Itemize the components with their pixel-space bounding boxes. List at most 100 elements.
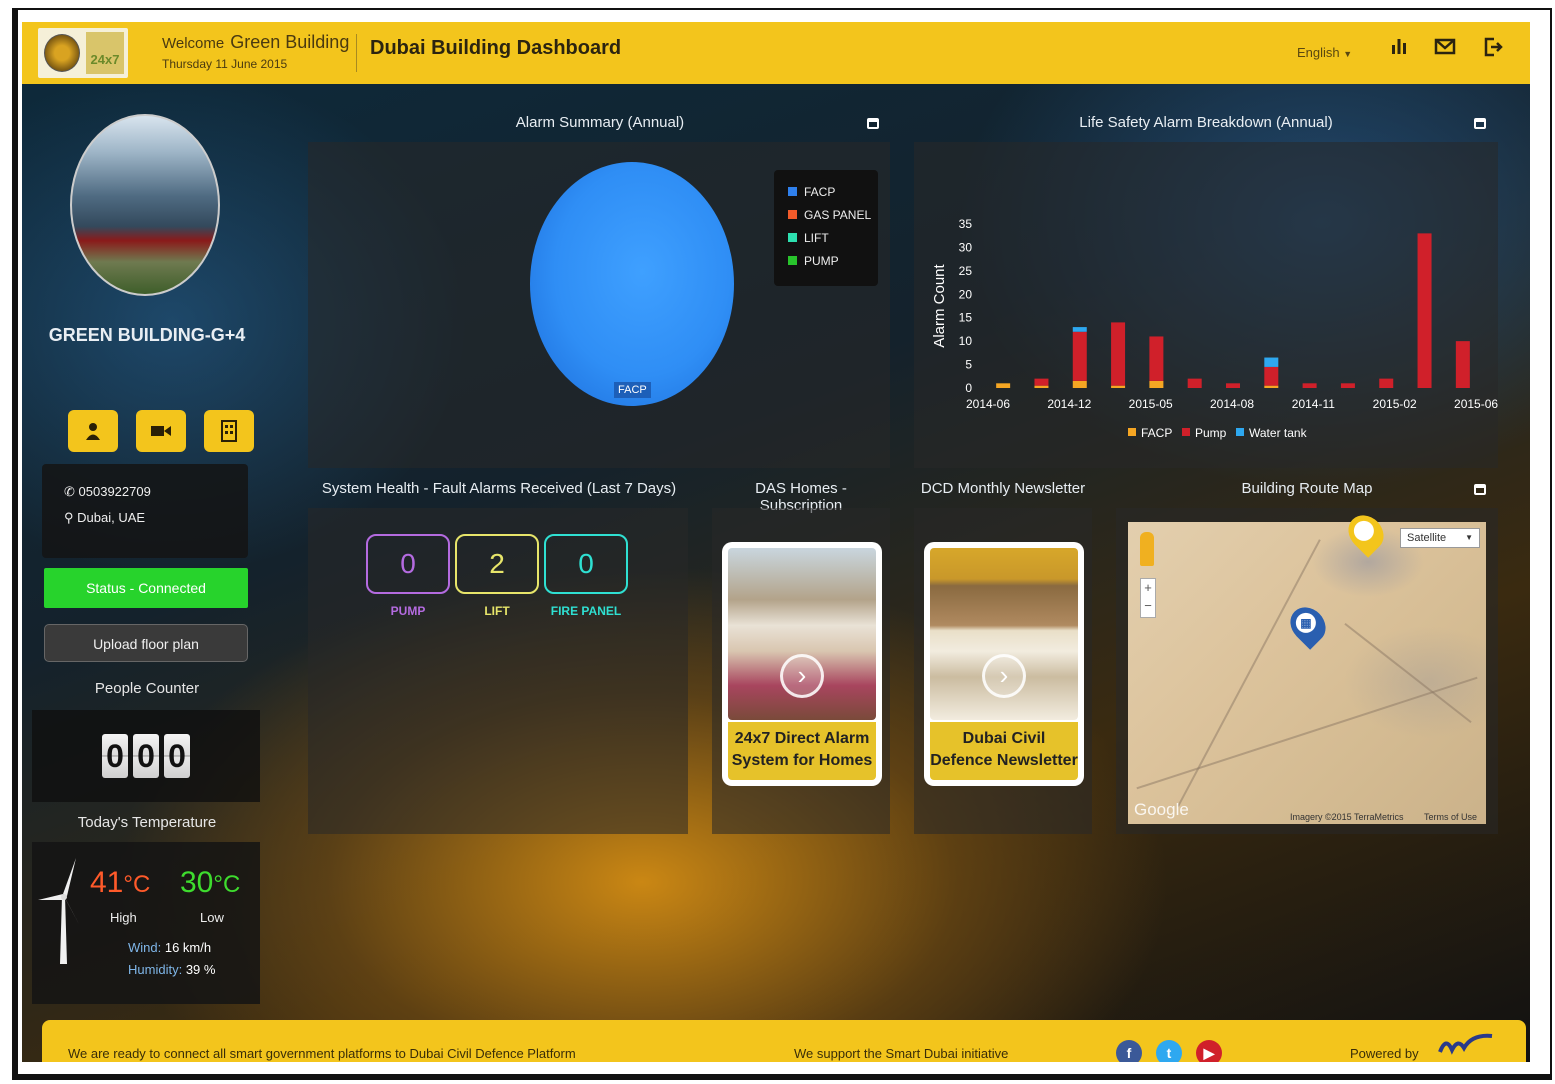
bar-segment	[996, 383, 1011, 388]
legend-label: FACP	[804, 185, 836, 199]
dcd-newsletter-card[interactable]: › Dubai Civil Defence Newsletter	[924, 542, 1084, 786]
terms-link[interactable]: Terms of Use	[1424, 812, 1477, 822]
video-camera-button[interactable]	[136, 410, 186, 452]
language-label: English	[1297, 45, 1340, 60]
legend-label: PUMP	[804, 254, 839, 268]
legend-item[interactable]: PUMP	[788, 253, 839, 269]
location-row: ⚲ Dubai, UAE	[64, 510, 145, 526]
high-label: High	[110, 910, 137, 925]
y-tick-label: 10	[959, 334, 973, 348]
top-header: 24x7 Welcome Green Building Thursday 11 J…	[22, 22, 1530, 84]
y-tick-label: 30	[959, 240, 973, 254]
zoom-control[interactable]: + −	[1140, 578, 1156, 618]
das-homes-caption: 24x7 Direct Alarm System for Homes	[728, 722, 876, 780]
building-button[interactable]	[204, 410, 254, 452]
mail-icon[interactable]	[1432, 36, 1458, 62]
building-marker-icon[interactable]: ▦	[1283, 600, 1333, 650]
x-tick-label: 2015-02	[1373, 397, 1417, 411]
temp-low-unit: °C	[213, 871, 241, 898]
legend-label: LIFT	[804, 231, 829, 245]
logout-icon[interactable]	[1480, 36, 1506, 62]
footer-middle-text: We support the Smart Dubai initiative	[794, 1046, 1009, 1061]
status-button[interactable]: Status - Connected	[44, 568, 248, 608]
user-icon	[86, 423, 100, 440]
road-line	[1344, 622, 1472, 724]
x-tick-label: 2014-06	[966, 397, 1010, 411]
bar-segment	[1264, 366, 1279, 386]
fire-panel-fault-count[interactable]: 0	[544, 534, 628, 594]
y-tick-label: 25	[959, 264, 973, 278]
bar-segment	[1226, 383, 1240, 388]
legend-item[interactable]: GAS PANEL	[788, 207, 871, 223]
chevron-right-icon[interactable]: ›	[780, 654, 824, 698]
counter-digit: 0	[102, 734, 128, 778]
minimize-icon[interactable]	[1474, 118, 1486, 129]
bar-segment	[1149, 336, 1164, 381]
upload-floor-plan-button[interactable]: Upload floor plan	[44, 624, 248, 662]
building-avatar	[70, 114, 220, 296]
phone-row: ✆ 0503922709	[64, 484, 151, 500]
lift-fault-count[interactable]: 2	[455, 534, 539, 594]
das-homes-card[interactable]: › 24x7 Direct Alarm System for Homes	[722, 542, 882, 786]
welcome-block: Welcome Green Building Thursday 11 June 2…	[162, 32, 349, 71]
bar-segment	[1072, 327, 1087, 332]
legend-item[interactable]: LIFT	[788, 230, 829, 246]
bar-segment	[1072, 380, 1087, 388]
x-tick-label: 2015-06	[1454, 397, 1498, 411]
footer: We are ready to connect all smart govern…	[42, 1020, 1526, 1062]
user-name: Green Building	[230, 32, 350, 52]
bar-segment	[1379, 378, 1394, 388]
wind-line: Wind: 16 km/h	[128, 940, 211, 955]
dcd-newsletter-title: DCD Monthly Newsletter	[920, 480, 1086, 497]
powered-by-label: Powered by	[1350, 1046, 1419, 1061]
alarm-summary-title: Alarm Summary (Annual)	[515, 114, 685, 131]
y-tick-label: 20	[959, 287, 973, 301]
legend-swatch	[788, 187, 797, 196]
system-health-title: System Health - Fault Alarms Received (L…	[321, 480, 677, 497]
alarm-pie-slice-facp[interactable]	[530, 162, 734, 406]
logo-24x7-icon: 24x7	[86, 32, 124, 74]
wind-turbine-icon	[38, 858, 80, 964]
imagery-credit: Imagery ©2015 TerraMetrics	[1290, 812, 1404, 822]
logo[interactable]: 24x7	[38, 28, 128, 78]
road-line	[1177, 539, 1321, 807]
legend-swatch	[788, 256, 797, 265]
minimize-icon[interactable]	[867, 118, 879, 129]
bar-segment	[1264, 357, 1279, 367]
page-title: Dubai Building Dashboard	[370, 37, 622, 59]
civil-defence-emblem-icon	[44, 34, 80, 72]
zoom-in-button[interactable]: +	[1141, 579, 1155, 597]
youtube-icon[interactable]: ▶	[1196, 1040, 1222, 1062]
bar-segment	[1187, 378, 1202, 388]
header-divider	[356, 34, 357, 72]
chevron-right-icon[interactable]: ›	[982, 654, 1026, 698]
bar-segment	[1034, 378, 1049, 386]
route-map[interactable]: + − Satellite ▼ ▦ Google Imagery ©2015 Ter…	[1128, 508, 1486, 824]
counter-digit: 0	[133, 734, 159, 778]
user-button[interactable]	[68, 410, 118, 452]
pump-fault-count[interactable]: 0	[366, 534, 450, 594]
people-counter-title: People Counter	[94, 680, 200, 697]
legend-label: Pump	[1195, 426, 1227, 440]
map-type-label: Satellite	[1407, 532, 1447, 544]
legend-swatch	[788, 233, 797, 242]
twitter-icon[interactable]: t	[1156, 1040, 1182, 1062]
facebook-icon[interactable]: f	[1116, 1040, 1142, 1062]
dcd-newsletter-caption: Dubai Civil Defence Newsletter	[930, 722, 1078, 780]
y-tick-label: 0	[965, 381, 972, 395]
legend-swatch	[1182, 428, 1190, 436]
humidity-line: Humidity: 39 %	[128, 962, 215, 977]
video-camera-icon	[151, 426, 171, 436]
y-tick-label: 35	[959, 217, 973, 231]
street-view-pegman-icon[interactable]	[1140, 532, 1154, 566]
minimize-icon[interactable]	[1474, 484, 1486, 495]
map-type-select[interactable]: Satellite ▼	[1400, 528, 1480, 548]
phone-icon: ✆	[64, 484, 75, 499]
x-tick-label: 2015-05	[1129, 397, 1173, 411]
language-select[interactable]: English ▼	[1297, 45, 1352, 60]
bar-chart-icon[interactable]	[1386, 36, 1412, 62]
legend-item[interactable]: FACP	[788, 184, 835, 200]
zoom-out-button[interactable]: −	[1141, 597, 1155, 615]
bar-segment	[1302, 383, 1317, 388]
lift-fault-label: LIFT	[484, 604, 510, 618]
